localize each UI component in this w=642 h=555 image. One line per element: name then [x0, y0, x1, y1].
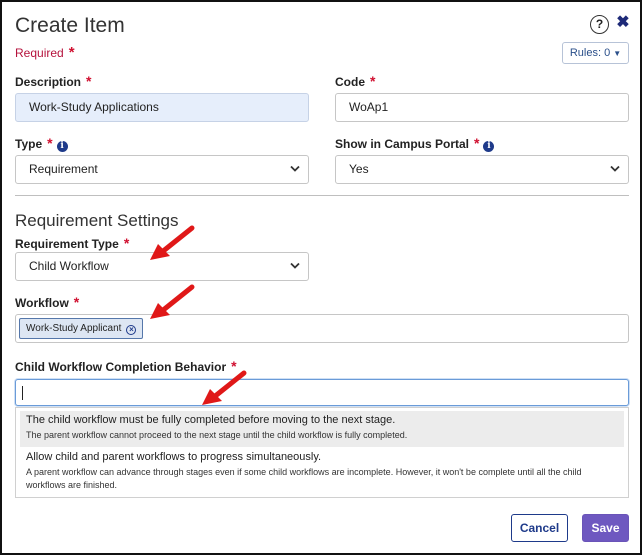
campus-portal-value: Yes [349, 162, 369, 176]
required-note: Required * [15, 44, 75, 61]
required-star: * [86, 73, 92, 89]
requirement-type-value: Child Workflow [29, 259, 109, 273]
code-input[interactable]: WoAp1 [335, 93, 629, 122]
dropdown-option[interactable]: Allow child and parent workflows to prog… [20, 448, 624, 497]
dialog-title: Create Item [15, 14, 125, 37]
code-label-text: Code [335, 75, 365, 89]
close-button[interactable]: ✖ [615, 13, 631, 33]
campus-portal-select[interactable]: Yes [335, 155, 629, 184]
create-item-dialog: Create Item Required * ? ✖ Rules: 0 ▼ Desc… [0, 0, 642, 555]
description-label-text: Description [15, 75, 82, 89]
type-value: Requirement [29, 162, 98, 176]
code-label: Code * [335, 73, 375, 89]
description-value: Work-Study Applications [29, 100, 159, 114]
save-button[interactable]: Save [582, 514, 629, 542]
chevron-down-icon [290, 262, 300, 269]
red-arrow-icon [150, 284, 195, 319]
campus-portal-label: Show in Campus Portal * i [335, 135, 495, 152]
cancel-button[interactable]: Cancel [511, 514, 568, 542]
chevron-down-icon [290, 165, 300, 172]
caret-down-icon: ▼ [613, 49, 622, 58]
help-button[interactable]: ? [590, 15, 609, 34]
red-arrow-icon [150, 225, 195, 260]
red-arrow-icon [202, 370, 247, 405]
completion-behavior-input[interactable] [15, 379, 629, 406]
description-label: Description * [15, 73, 91, 89]
required-star: * [73, 294, 80, 310]
type-select[interactable]: Requirement [15, 155, 309, 184]
option-description: The parent workflow cannot proceed to th… [26, 430, 408, 440]
workflow-chip: Work-Study Applicant × [19, 318, 144, 339]
workflow-label-text: Workflow [15, 296, 69, 310]
required-note-text: Required [15, 46, 64, 60]
rules-dropdown-button[interactable]: Rules: 0 ▼ [562, 42, 629, 64]
completion-behavior-label-text: Child Workflow Completion Behavior [15, 360, 227, 374]
chevron-down-icon [610, 165, 620, 172]
info-icon[interactable]: i [56, 141, 68, 152]
required-star: * [68, 44, 75, 61]
required-star: * [47, 135, 53, 151]
info-icon[interactable]: i [483, 141, 495, 152]
required-star: * [474, 135, 480, 151]
dropdown-option[interactable]: The child workflow must be fully complet… [20, 411, 624, 447]
type-label: Type * i [15, 135, 68, 152]
option-description: A parent workflow can advance through st… [26, 467, 582, 490]
required-star: * [123, 235, 130, 251]
text-cursor [22, 386, 23, 400]
workflow-chip-label: Work-Study Applicant [26, 323, 122, 334]
description-input[interactable]: Work-Study Applications [15, 93, 309, 122]
option-title: Allow child and parent workflows to prog… [26, 451, 322, 463]
option-title: The child workflow must be fully complet… [26, 414, 396, 426]
close-circle-icon[interactable]: × [126, 325, 137, 335]
campus-portal-label-text: Show in Campus Portal [335, 137, 470, 151]
rules-label: Rules: 0 [569, 47, 611, 59]
required-star: * [370, 73, 376, 89]
type-label-text: Type [15, 137, 43, 151]
requirement-type-label: Requirement Type * [15, 235, 129, 251]
completion-behavior-dropdown: The child workflow must be fully complet… [15, 407, 629, 498]
requirement-type-label-text: Requirement Type [15, 237, 119, 251]
code-value: WoAp1 [349, 100, 389, 114]
section-divider [15, 195, 629, 196]
workflow-label: Workflow * [15, 294, 79, 310]
